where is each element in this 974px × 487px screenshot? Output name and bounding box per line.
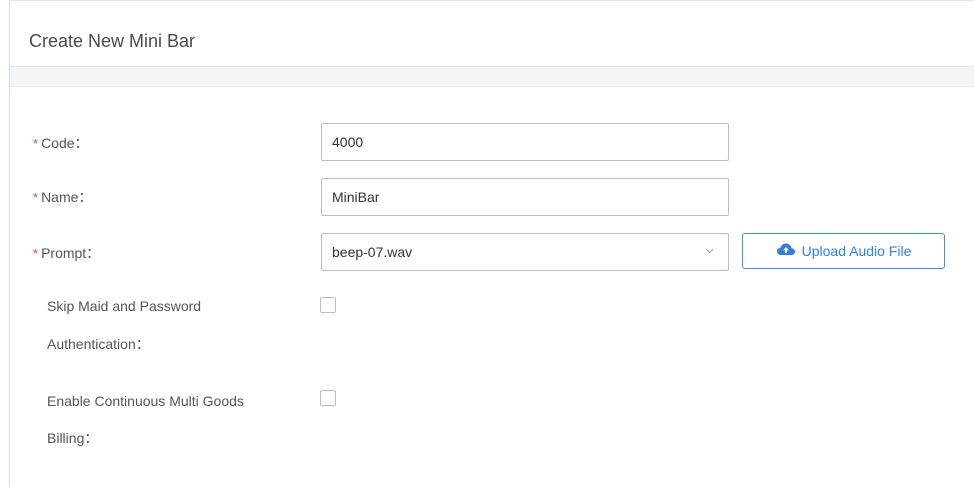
name-label: * Name： — [33, 187, 92, 208]
upload-button-label: Upload Audio File — [801, 243, 912, 259]
prompt-label-text: Prompt： — [41, 245, 101, 261]
header-band — [10, 67, 974, 87]
name-input[interactable] — [321, 178, 729, 216]
required-marker: * — [33, 246, 39, 261]
continuous-billing-checkbox[interactable] — [320, 390, 336, 406]
skip-maid-label-line1: Skip Maid and Password — [47, 298, 202, 314]
required-marker: * — [33, 136, 39, 151]
continuous-billing-label-line1: Enable Continuous Multi Goods — [47, 393, 244, 409]
prompt-label: * Prompt： — [33, 243, 100, 264]
code-label: * Code： — [33, 133, 89, 154]
create-mini-bar-panel: Create New Mini Bar *Code： *Name： *Promp… — [9, 0, 974, 487]
skip-maid-checkbox[interactable] — [320, 297, 336, 313]
prompt-selected-value: beep-07.wav — [332, 244, 413, 260]
cloud-upload-icon — [776, 234, 796, 268]
continuous-billing-label-line2: Billing： — [47, 430, 99, 446]
code-label-text: Code： — [41, 135, 89, 151]
panel-header: Create New Mini Bar — [10, 1, 974, 67]
prompt-select[interactable]: beep-07.wav — [321, 233, 729, 271]
code-input[interactable] — [321, 123, 729, 161]
name-label-text: Name： — [41, 189, 93, 205]
chevron-down-icon — [705, 234, 714, 270]
skip-maid-label-line2: Authentication： — [47, 336, 150, 352]
page-title: Create New Mini Bar — [29, 31, 196, 51]
upload-audio-file-button[interactable]: Upload Audio File — [742, 233, 945, 269]
required-marker: * — [33, 190, 39, 205]
